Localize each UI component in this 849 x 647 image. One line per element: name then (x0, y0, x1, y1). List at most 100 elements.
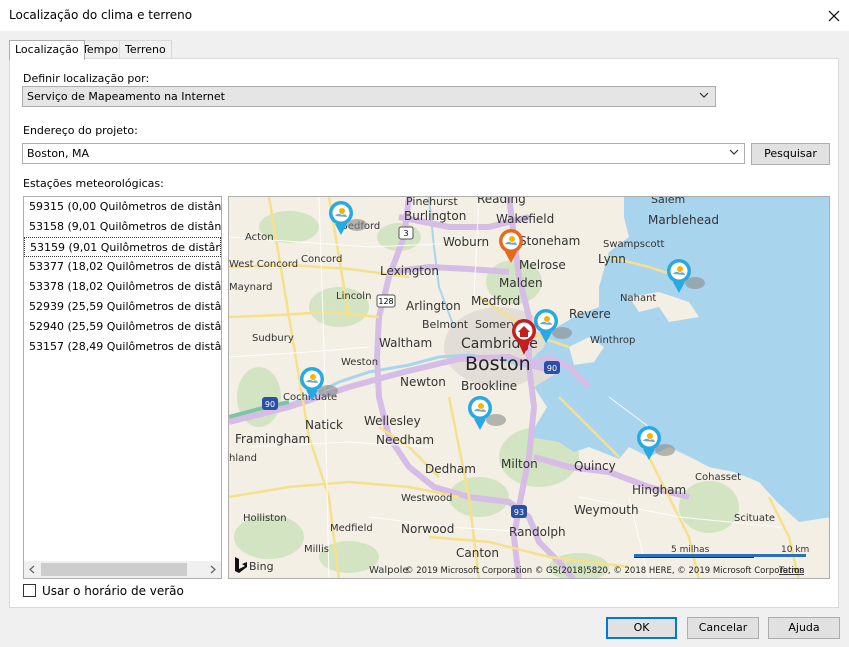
shield-i90-east: 90 (547, 364, 557, 373)
place-lynn: Lynn (598, 252, 626, 266)
shield-i95: 3 (403, 229, 408, 238)
list-item[interactable]: 53157 (28,49 Quilômetros de distância) (24, 337, 221, 357)
weather-icon (339, 208, 345, 214)
place-millis: Millis (304, 544, 329, 555)
dst-checkbox[interactable] (23, 584, 36, 597)
map-copyright: © 2019 Microsoft Corporation © GS(2018)5… (405, 566, 804, 576)
weather-icon (310, 374, 316, 380)
shield-i93: 93 (514, 508, 524, 517)
place-walpole: Walpole (369, 565, 409, 576)
place-weston: Weston (341, 357, 378, 368)
map-terms-link[interactable]: Terms (778, 566, 805, 576)
place-waltham: Waltham (379, 336, 432, 350)
place-dedham: Dedham (425, 462, 476, 476)
place-norwood: Norwood (401, 522, 454, 536)
search-button[interactable]: Pesquisar (751, 143, 830, 165)
list-item[interactable]: 53159 (9,01 Quilômetros de distância) (24, 237, 221, 257)
place-lexington: Lexington (380, 264, 439, 278)
place-wakefield: Wakefield (496, 212, 554, 226)
list-item[interactable]: 59315 (0,00 Quilômetros de distância) (24, 197, 221, 217)
place-natick: Natick (305, 418, 343, 432)
place-wellesley: Wellesley (364, 414, 421, 428)
place-cohasset: Cohasset (695, 472, 741, 483)
place-medford: Medford (471, 294, 520, 308)
project-address-label: Endereço do projeto: (23, 124, 138, 137)
place-pinehurst: Pinehurst (406, 197, 458, 208)
list-item[interactable]: 53158 (9,01 Quilômetros de distância) (24, 217, 221, 237)
stations-list[interactable]: 59315 (0,00 Quilômetros de distância) 53… (23, 196, 222, 579)
place-canton: Canton (456, 546, 499, 560)
place-maynard: Maynard (229, 282, 272, 293)
stations-label: Estações meteorológicas: (23, 177, 164, 190)
dst-label: Usar o horário de verão (42, 584, 184, 598)
place-sudbury: Sudbury (252, 333, 294, 344)
place-swampscott: Swampscott (603, 239, 664, 250)
list-item[interactable]: 52940 (25,59 Quilômetros de distância) (24, 317, 221, 337)
place-melrose: Melrose (519, 258, 566, 272)
list-item[interactable]: 53378 (18,02 Quilômetros de distância) (24, 277, 221, 297)
place-marblehead: Marblehead (648, 213, 719, 227)
list-item[interactable]: 53377 (18,02 Quilômetros de distância) (24, 257, 221, 277)
tab-terreno[interactable]: Terreno (119, 40, 172, 59)
place-winthrop: Winthrop (590, 335, 635, 346)
place-concord: Concord (301, 254, 342, 265)
ok-button[interactable]: OK (606, 617, 677, 639)
help-button[interactable]: Ajuda (768, 617, 840, 639)
place-nahant: Nahant (620, 293, 656, 304)
location-method-value: Serviço de Mapeamento na Internet (27, 90, 225, 103)
place-milton: Milton (501, 457, 538, 471)
place-stoneham: Stoneham (519, 234, 580, 248)
place-burlington: Burlington (404, 209, 466, 223)
place-westwood: Westwood (401, 493, 452, 504)
place-ashland: hland (229, 453, 257, 464)
cancel-button[interactable]: Cancelar (687, 617, 759, 639)
shield-i90-west: 90 (265, 400, 275, 409)
horizontal-scrollbar[interactable] (24, 561, 221, 578)
scroll-left-icon[interactable] (28, 565, 36, 574)
place-boston: Boston (465, 353, 531, 375)
place-arlington: Arlington (406, 299, 461, 313)
place-salem: Salem (651, 197, 685, 206)
place-west-concord: West Concord (229, 259, 298, 270)
chevron-down-icon[interactable] (729, 149, 739, 155)
close-button[interactable] (819, 0, 849, 31)
place-revere: Revere (569, 307, 611, 321)
list-item[interactable]: 52939 (25,59 Quilômetros de distância) (24, 297, 221, 317)
define-location-label: Definir localização por: (23, 72, 150, 85)
place-woburn: Woburn (443, 235, 489, 249)
place-brookline: Brookline (461, 379, 517, 393)
scrollbar-thumb[interactable] (41, 563, 187, 576)
place-scituate: Scituate (734, 513, 775, 524)
place-belmont: Belmont (422, 318, 469, 331)
place-lincoln: Lincoln (336, 291, 371, 302)
close-icon (828, 10, 840, 21)
address-value: Boston, MA (27, 147, 90, 160)
place-reading: Reading (477, 197, 526, 206)
title-bar: Localização do clima e terreno (0, 0, 849, 31)
place-weymouth: Weymouth (574, 503, 639, 517)
place-holliston: Holliston (243, 513, 287, 524)
map-canvas[interactable]: 3 128 90 90 93 Pinehurst Burlington Read… (229, 197, 830, 579)
address-input[interactable]: Boston, MA (22, 143, 745, 164)
weather-icon (677, 266, 683, 272)
place-needham: Needham (376, 433, 434, 447)
bing-text: Bing (249, 560, 274, 573)
location-method-dropdown[interactable]: Serviço de Mapeamento na Internet (22, 86, 716, 107)
place-framingham: Framingham (235, 432, 310, 446)
weather-icon (647, 433, 653, 439)
scale-miles-label: 5 milhas (671, 545, 710, 555)
place-malden: Malden (499, 276, 543, 290)
place-randolph: Randolph (509, 525, 566, 539)
window-title: Localização do clima e terreno (9, 8, 193, 22)
tab-localizacao[interactable]: Localização (9, 40, 85, 60)
weather-icon (478, 403, 484, 409)
weather-icon (544, 316, 550, 322)
weather-icon (509, 236, 515, 242)
place-newton: Newton (400, 375, 446, 389)
scale-km-label: 10 km (781, 545, 809, 555)
place-hingham: Hingham (632, 483, 686, 497)
scroll-right-icon[interactable] (209, 565, 217, 574)
chevron-down-icon (699, 92, 709, 98)
shield-r128: 128 (378, 297, 393, 306)
map-view[interactable]: 3 128 90 90 93 Pinehurst Burlington Read… (228, 196, 830, 579)
